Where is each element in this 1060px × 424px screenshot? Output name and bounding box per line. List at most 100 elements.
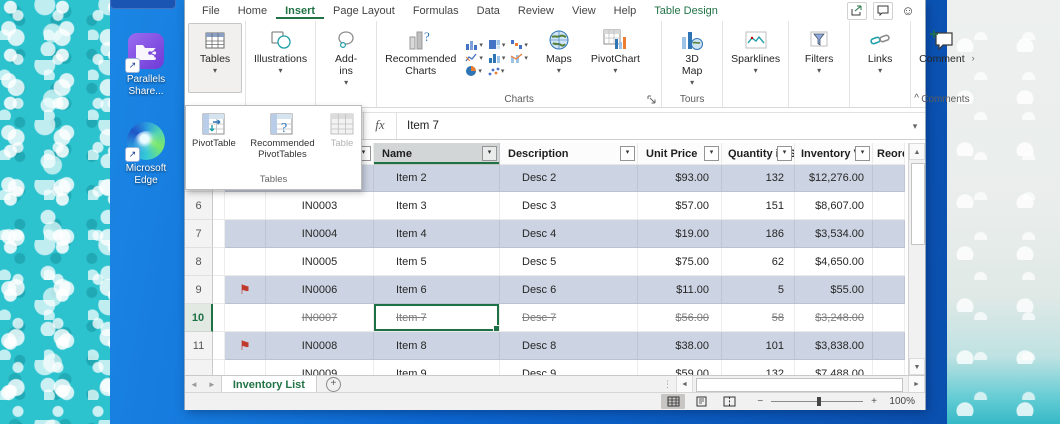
- cell-id[interactable]: IN0009: [266, 360, 374, 375]
- tab-insert[interactable]: Insert: [276, 2, 324, 19]
- cell-column-a[interactable]: [213, 248, 225, 276]
- hierarchy-chart-icon[interactable]: ▾: [488, 39, 506, 50]
- smiley-feedback-icon[interactable]: ☺: [899, 3, 917, 19]
- cell-flag[interactable]: [225, 304, 266, 332]
- pie-chart-icon[interactable]: ▾: [465, 65, 482, 77]
- desktop-icon-parallels-share[interactable]: ↗ Parallels Share...: [110, 32, 182, 98]
- sparklines-button[interactable]: Sparklines ▾: [726, 23, 785, 93]
- pivotchart-button[interactable]: PivotChart ▾: [586, 23, 645, 93]
- tab-page-layout[interactable]: Page Layout: [324, 2, 404, 19]
- tab-file[interactable]: File: [193, 2, 229, 19]
- scatter-chart-icon[interactable]: ▾: [487, 66, 505, 77]
- filter-dropdown-icon[interactable]: ▾: [855, 146, 870, 161]
- tab-help[interactable]: Help: [605, 2, 646, 19]
- cell-unit-price[interactable]: $93.00: [638, 165, 722, 192]
- cell-column-a[interactable]: [213, 332, 225, 360]
- zoom-in-button[interactable]: +: [869, 396, 879, 407]
- cell-reorder[interactable]: [873, 220, 905, 248]
- histogram-chart-icon[interactable]: ▾: [488, 52, 506, 63]
- row-number[interactable]: 6: [185, 192, 213, 220]
- cell-reorder[interactable]: [873, 248, 905, 276]
- cell-flag[interactable]: [225, 192, 266, 220]
- cell-flag[interactable]: ⚑: [225, 276, 266, 304]
- row-number[interactable]: 8: [185, 248, 213, 276]
- row-number[interactable]: 7: [185, 220, 213, 248]
- cell-name[interactable]: Item 5: [374, 248, 500, 276]
- cell-column-a[interactable]: [213, 304, 225, 332]
- row-number[interactable]: 9: [185, 276, 213, 304]
- tab-formulas[interactable]: Formulas: [404, 2, 468, 19]
- charts-dialog-launcher-icon[interactable]: [647, 95, 658, 106]
- tab-table-design[interactable]: Table Design: [645, 2, 727, 19]
- cell-column-a[interactable]: [213, 360, 225, 375]
- cell-unit-price[interactable]: $75.00: [638, 248, 722, 276]
- cell-description[interactable]: Desc 8: [500, 332, 638, 360]
- column-header-reorder[interactable]: Reorde: [873, 143, 905, 165]
- desktop-icon-microsoft-edge[interactable]: ↗ Microsoft Edge: [110, 122, 182, 187]
- tab-splitter-dots-icon[interactable]: ⋮: [659, 379, 676, 390]
- tables-button[interactable]: Tables ▾: [188, 23, 242, 93]
- comments-panel-icon[interactable]: [873, 2, 893, 20]
- row-number[interactable]: [185, 360, 213, 375]
- sheet-tab-inventory-list[interactable]: Inventory List: [221, 376, 317, 394]
- cell-unit-price[interactable]: $19.00: [638, 220, 722, 248]
- cell-name[interactable]: Item 2: [374, 165, 500, 192]
- fx-icon[interactable]: fx: [364, 113, 397, 139]
- illustrations-button[interactable]: Illustrations ▾: [249, 23, 312, 93]
- 3d-map-button[interactable]: 3D Map ▾: [665, 23, 719, 93]
- horizontal-scroll-thumb[interactable]: [696, 378, 903, 392]
- cell-reorder[interactable]: [873, 360, 905, 375]
- scroll-down-icon[interactable]: ▼: [909, 358, 925, 375]
- zoom-slider[interactable]: [771, 401, 863, 402]
- cell-inventory-value[interactable]: $55.00: [795, 276, 873, 304]
- tab-view[interactable]: View: [563, 2, 605, 19]
- cell-id[interactable]: IN0004: [266, 220, 374, 248]
- row-number[interactable]: 10: [185, 304, 213, 332]
- column-chart-icon[interactable]: ▾: [465, 39, 483, 50]
- cell-column-a[interactable]: [213, 220, 225, 248]
- normal-view-button[interactable]: [661, 394, 685, 409]
- cell-quantity[interactable]: 101: [722, 332, 795, 360]
- cell-quantity[interactable]: 5: [722, 276, 795, 304]
- filter-dropdown-icon[interactable]: ▾: [482, 146, 497, 161]
- table-button-disabled[interactable]: Table: [329, 110, 355, 172]
- cell-id[interactable]: IN0007: [266, 304, 374, 332]
- cell-unit-price[interactable]: $38.00: [638, 332, 722, 360]
- cell-id[interactable]: IN0008: [266, 332, 374, 360]
- cell-column-a[interactable]: [213, 276, 225, 304]
- cell-inventory-value[interactable]: $7,488.00: [795, 360, 873, 375]
- cell-flag[interactable]: ⚑: [225, 332, 266, 360]
- tab-home[interactable]: Home: [229, 2, 276, 19]
- column-header-name[interactable]: Name▾: [374, 143, 500, 165]
- cell-reorder[interactable]: [873, 304, 905, 332]
- cell-description[interactable]: Desc 7: [500, 304, 638, 332]
- scroll-right-icon[interactable]: ►: [908, 376, 925, 393]
- filter-dropdown-icon[interactable]: ▾: [620, 146, 635, 161]
- cell-quantity[interactable]: 151: [722, 192, 795, 220]
- sheet-nav-right-icon[interactable]: ►: [203, 380, 221, 389]
- cell-description[interactable]: Desc 4: [500, 220, 638, 248]
- cell-flag[interactable]: [225, 248, 266, 276]
- cell-description[interactable]: Desc 5: [500, 248, 638, 276]
- page-break-view-button[interactable]: [717, 394, 741, 409]
- zoom-level[interactable]: 100%: [883, 396, 915, 407]
- cell-reorder[interactable]: [873, 192, 905, 220]
- page-layout-view-button[interactable]: [689, 394, 713, 409]
- cell-description[interactable]: Desc 6: [500, 276, 638, 304]
- horizontal-scrollbar[interactable]: ◄ ►: [676, 376, 925, 393]
- column-header-unit-price[interactable]: Unit Price▾: [638, 143, 722, 165]
- expand-formula-bar-icon[interactable]: ▾: [905, 121, 925, 132]
- cell-inventory-value[interactable]: $3,248.00: [795, 304, 873, 332]
- cell-quantity[interactable]: 132: [722, 360, 795, 375]
- cell-flag[interactable]: [225, 360, 266, 375]
- column-header-quantity[interactable]: Quantity in S▾: [722, 143, 795, 165]
- cell-unit-price[interactable]: $59.00: [638, 360, 722, 375]
- cell-unit-price[interactable]: $56.00: [638, 304, 722, 332]
- cell-reorder[interactable]: [873, 165, 905, 192]
- cell-name[interactable]: Item 3: [374, 192, 500, 220]
- cell-flag[interactable]: [225, 220, 266, 248]
- addins-button[interactable]: Add- ins ▾: [319, 23, 373, 93]
- cell-quantity[interactable]: 58: [722, 304, 795, 332]
- cell-id[interactable]: IN0006: [266, 276, 374, 304]
- cell-inventory-value[interactable]: $4,650.00: [795, 248, 873, 276]
